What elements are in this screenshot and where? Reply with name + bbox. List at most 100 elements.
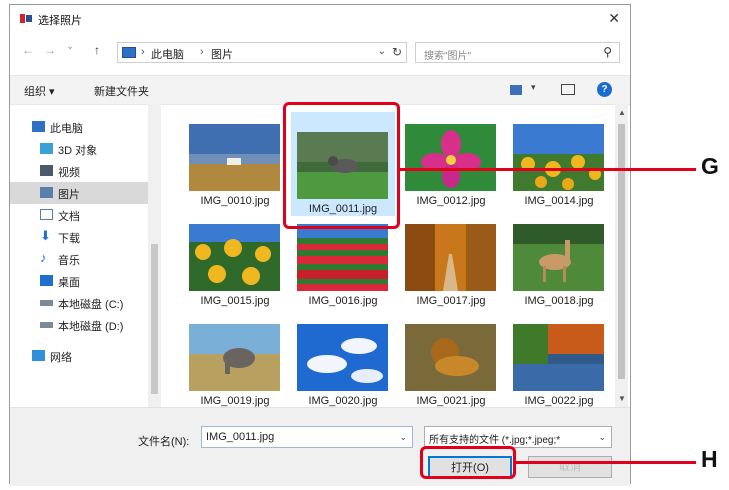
image-thumbnail [297, 324, 388, 391]
drive-icon [40, 322, 53, 328]
sidebar-item-documents[interactable]: 文档 [10, 204, 148, 226]
search-icon[interactable]: ⚲ [603, 45, 612, 59]
chevron-down-icon[interactable]: ▾ [531, 82, 536, 93]
sidebar-item-downloads[interactable]: ⬇ 下载 [10, 226, 148, 248]
sidebar-scrollbar[interactable] [148, 104, 161, 407]
sidebar-item-desktop[interactable]: 桌面 [10, 270, 148, 292]
file-tile[interactable]: IMG_0022.jpg [507, 316, 611, 407]
file-tile[interactable]: IMG_0016.jpg [291, 216, 395, 310]
image-thumbnail [513, 124, 604, 191]
file-type-value: 所有支持的文件 (*.jpg;*.jpeg;* [429, 435, 561, 446]
file-tile[interactable]: IMG_0018.jpg [507, 216, 611, 310]
sidebar-item-drive-d[interactable]: 本地磁盘 (D:) [10, 314, 148, 336]
file-name-value: IMG_0011.jpg [206, 431, 275, 443]
image-thumbnail [405, 324, 496, 391]
sidebar-item-label: 桌面 [58, 277, 80, 289]
sidebar-item-label: 图片 [58, 189, 80, 201]
sidebar-item-label: 音乐 [58, 255, 80, 267]
file-name: IMG_0010.jpg [200, 195, 270, 207]
file-tile[interactable]: IMG_0020.jpg [291, 316, 395, 407]
cancel-button[interactable]: 取消 [528, 456, 612, 478]
sidebar-item-network[interactable]: 网络 [10, 345, 148, 367]
file-name: IMG_0018.jpg [524, 295, 594, 307]
sidebar-item-pictures[interactable]: 图片 [10, 182, 148, 204]
image-thumbnail [297, 224, 388, 291]
view-options-icon[interactable] [510, 85, 522, 95]
breadcrumb-pictures[interactable]: 图片 [211, 46, 233, 62]
navigation-pane: ▲ 此电脑 3D 对象 视频 图片 文档 ⬇ 下载 ♪ 音乐 [10, 104, 160, 407]
sidebar-item-label: 下载 [58, 233, 80, 245]
title-bar: 选择照片 ✕ [10, 5, 630, 33]
sidebar-item-videos[interactable]: 视频 [10, 160, 148, 182]
callout-g-label: G [701, 153, 719, 179]
callout-g-highlight [283, 102, 400, 229]
3d-objects-icon [40, 143, 53, 154]
image-thumbnail [189, 224, 280, 291]
breadcrumb-separator: › [200, 46, 204, 58]
sidebar-item-label: 文档 [58, 211, 80, 223]
file-dialog: 选择照片 ✕ ← → ⌄ ↑ › 此电脑 › 图片 ⌄ ↻ 搜索"图片" ⚲ 组… [9, 4, 631, 486]
address-row: ← → ⌄ ↑ › 此电脑 › 图片 ⌄ ↻ 搜索"图片" ⚲ [10, 39, 630, 65]
close-icon[interactable]: ✕ [608, 10, 620, 27]
sidebar-item-drive-c[interactable]: 本地磁盘 (C:) [10, 292, 148, 314]
file-name-input[interactable]: IMG_0011.jpg ⌄ [201, 426, 413, 448]
callout-g-line [400, 168, 696, 171]
sidebar-item-3d-objects[interactable]: 3D 对象 [10, 138, 148, 160]
scrollbar-thumb[interactable] [618, 124, 625, 379]
sidebar-item-music[interactable]: ♪ 音乐 [10, 248, 148, 270]
search-placeholder: 搜索"图片" [424, 51, 472, 62]
desktop-icon [40, 275, 53, 286]
scrollbar-thumb[interactable] [151, 244, 158, 394]
network-icon [32, 350, 45, 361]
file-type-filter[interactable]: 所有支持的文件 (*.jpg;*.jpeg;* ⌄ [424, 426, 612, 448]
image-thumbnail [189, 324, 280, 391]
refresh-icon[interactable]: ↻ [392, 45, 402, 59]
scroll-down-arrow-icon[interactable]: ▼ [618, 394, 626, 403]
file-tile[interactable]: IMG_0010.jpg [183, 116, 287, 210]
back-arrow-icon[interactable]: ← [22, 43, 34, 57]
callout-h-line [516, 461, 696, 464]
sidebar-item-label: 本地磁盘 (C:) [58, 299, 124, 311]
image-thumbnail [405, 124, 496, 191]
image-thumbnail [405, 224, 496, 291]
organize-button[interactable]: 组织 ▾ [24, 83, 55, 99]
callout-h-label: H [701, 446, 718, 472]
forward-arrow-icon[interactable]: → [44, 43, 56, 57]
file-name: IMG_0017.jpg [416, 295, 486, 307]
file-tile[interactable]: IMG_0014.jpg [507, 116, 611, 210]
help-icon[interactable]: ? [597, 82, 612, 97]
image-thumbnail [189, 124, 280, 191]
video-icon [40, 165, 53, 176]
this-pc-icon [122, 47, 136, 58]
chevron-down-icon[interactable]: ⌄ [399, 432, 407, 443]
computer-icon [32, 121, 45, 132]
toolbar: 组织 ▾ 新建文件夹 ▾ ? [10, 75, 630, 105]
file-tile[interactable]: IMG_0021.jpg [399, 316, 503, 407]
dialog-footer: 文件名(N): IMG_0011.jpg ⌄ 所有支持的文件 (*.jpg;*.… [10, 407, 630, 486]
file-tile[interactable]: IMG_0019.jpg [183, 316, 287, 407]
sidebar-item-this-pc[interactable]: 此电脑 [10, 116, 148, 138]
search-box[interactable]: 搜索"图片" ⚲ [415, 42, 620, 63]
preview-pane-icon[interactable] [561, 84, 575, 95]
file-name: IMG_0016.jpg [308, 295, 378, 307]
pictures-icon [40, 187, 53, 198]
callout-h-highlight [420, 446, 516, 479]
up-arrow-icon[interactable]: ↑ [94, 43, 100, 57]
address-bar[interactable]: › 此电脑 › 图片 ⌄ ↻ [117, 42, 407, 63]
drive-icon [40, 300, 53, 306]
file-name: IMG_0021.jpg [416, 395, 486, 407]
new-folder-button[interactable]: 新建文件夹 [94, 83, 149, 99]
file-tile[interactable]: IMG_0012.jpg [399, 116, 503, 210]
recent-locations-icon[interactable]: ⌄ [66, 41, 74, 52]
file-name: IMG_0022.jpg [524, 395, 594, 407]
file-grid-scrollbar[interactable]: ▲ ▼ [615, 104, 628, 407]
breadcrumb-this-pc[interactable]: 此电脑 [151, 46, 184, 62]
download-icon: ⬇ [40, 228, 51, 243]
chevron-down-icon[interactable]: ⌄ [598, 432, 606, 443]
sidebar-item-label: 此电脑 [50, 123, 83, 135]
scroll-up-arrow-icon[interactable]: ▲ [618, 108, 626, 117]
file-tile[interactable]: IMG_0015.jpg [183, 216, 287, 310]
file-tile[interactable]: IMG_0017.jpg [399, 216, 503, 310]
dialog-title: 选择照片 [38, 15, 82, 27]
chevron-down-icon[interactable]: ⌄ [378, 46, 386, 57]
